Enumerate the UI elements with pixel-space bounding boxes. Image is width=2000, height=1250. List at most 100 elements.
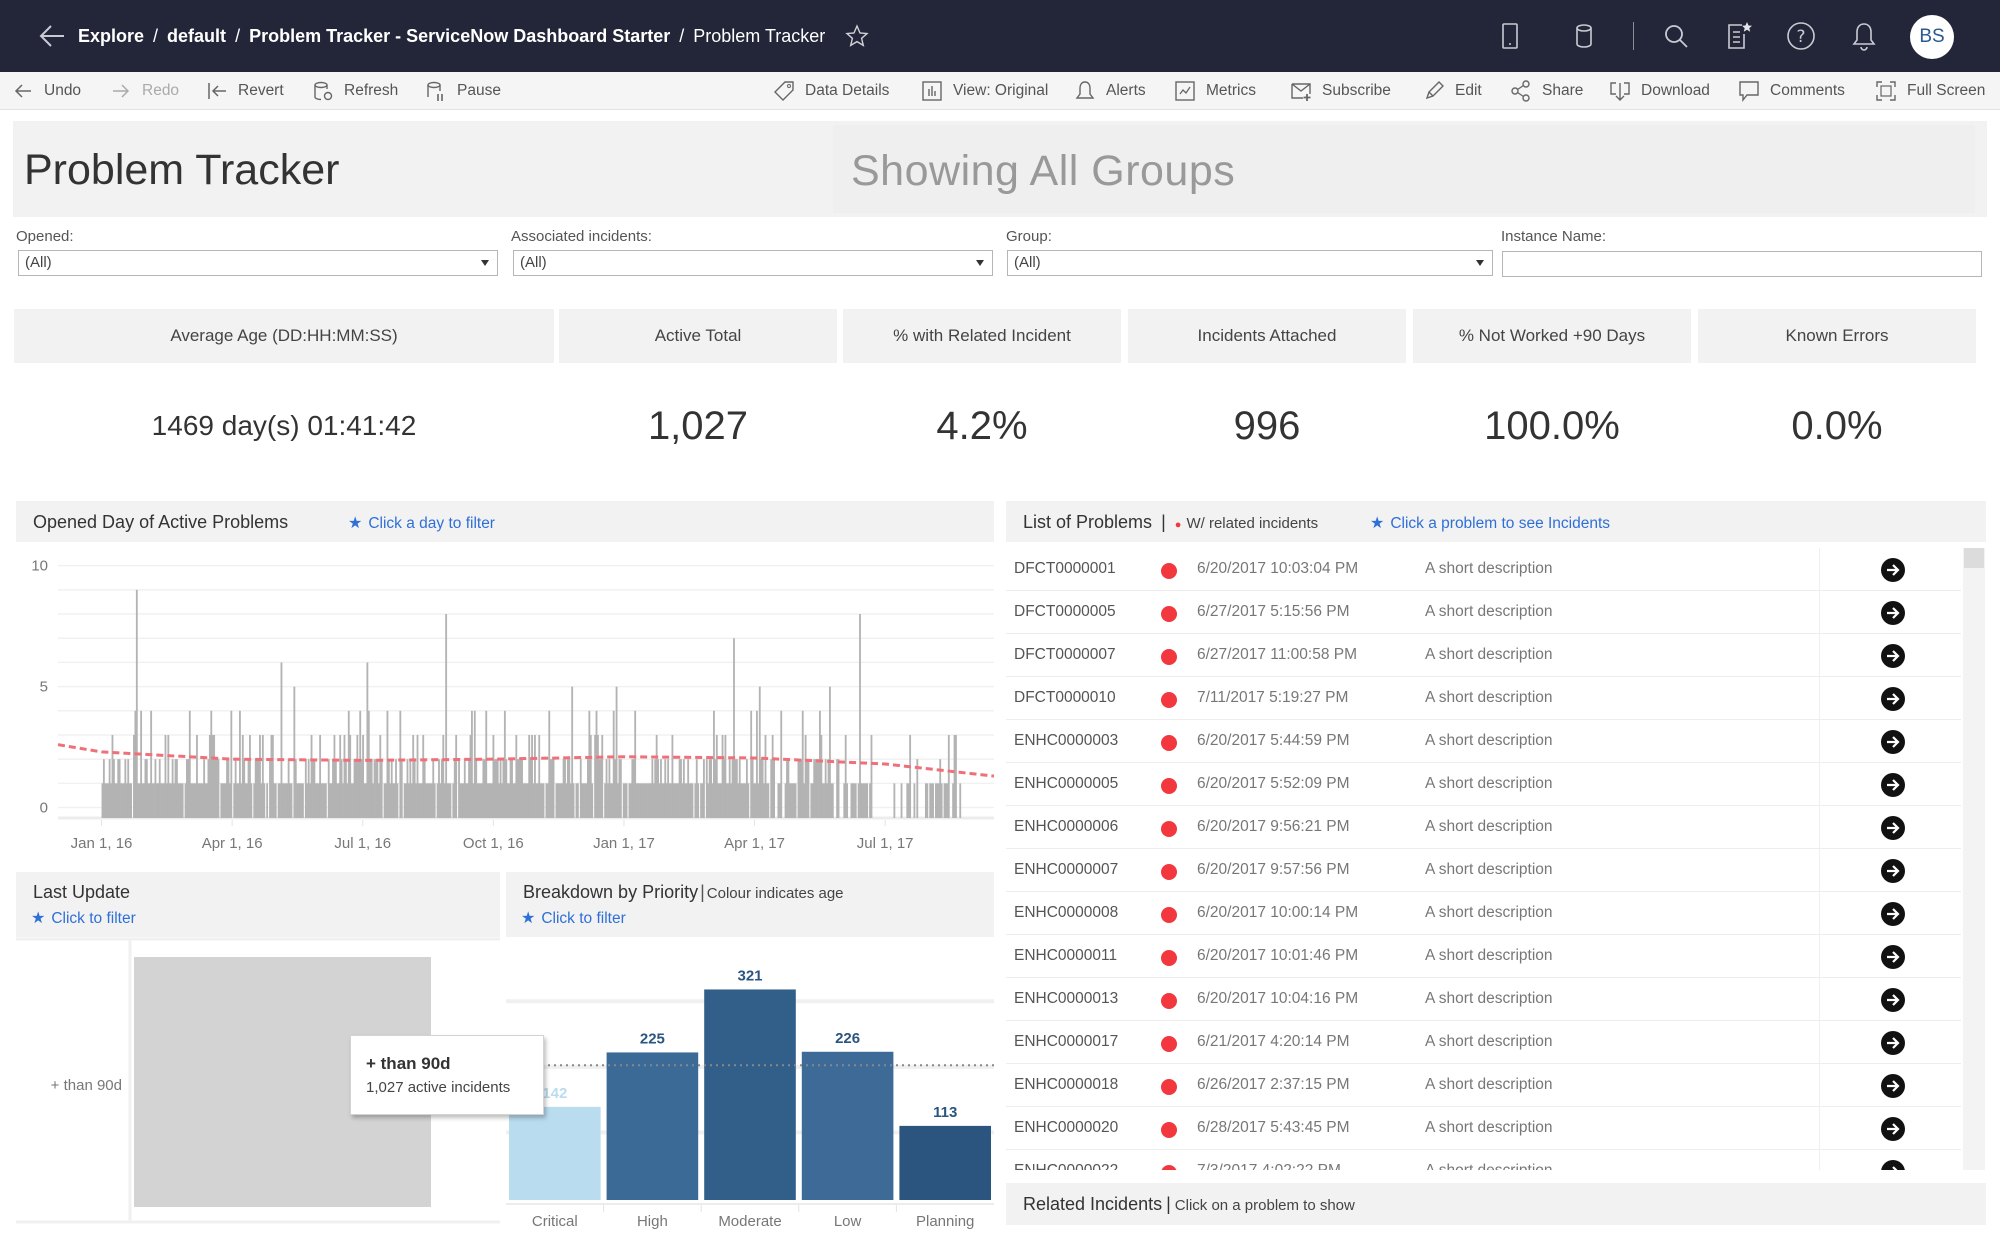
problem-opened-date: 6/20/2017 9:56:21 PM [1197, 818, 1350, 835]
share-button[interactable]: Share [1510, 72, 1583, 110]
help-icon[interactable]: ? [1785, 20, 1817, 52]
arrow-right-circle-icon[interactable] [1880, 557, 1906, 583]
alert-bell-icon [1075, 81, 1095, 99]
problem-description: A short description [1425, 1076, 1553, 1093]
problem-list: DFCT0000001 6/20/2017 10:03:04 PM A short … [1006, 548, 1961, 1170]
arrow-right-circle-icon[interactable] [1880, 944, 1906, 970]
instance-name-input[interactable] [1502, 251, 1982, 277]
problem-row[interactable]: ENHC0000008 6/20/2017 10:00:14 PM A short … [1006, 892, 1961, 935]
arrow-right-circle-icon[interactable] [1880, 1116, 1906, 1142]
problem-row[interactable]: ENHC0000020 6/28/2017 5:43:45 PM A short d… [1006, 1107, 1961, 1150]
arrow-right-circle-icon[interactable] [1880, 901, 1906, 927]
problem-row[interactable]: DFCT0000001 6/20/2017 10:03:04 PM A short … [1006, 548, 1961, 591]
related-incident-dot-icon [1161, 692, 1177, 708]
share-icon [1511, 80, 1530, 102]
full-screen-label: Full Screen [1907, 82, 1986, 99]
y-tick-label: 0 [40, 800, 48, 817]
day-bar [691, 783, 694, 818]
opened-day-hint[interactable]: ★ Click a day to filter [348, 513, 495, 533]
metrics-button[interactable]: Metrics [1174, 72, 1256, 110]
related-incidents-panel-header: Related Incidents | Click on a problem to … [1006, 1183, 1986, 1225]
problem-description: A short description [1425, 1119, 1553, 1136]
category-label: Critical [532, 1213, 578, 1230]
search-icon[interactable] [1660, 20, 1692, 52]
comments-button[interactable]: Comments [1738, 72, 1845, 110]
arrow-right-circle-icon[interactable] [1880, 1159, 1906, 1170]
problem-row[interactable]: ENHC0000007 6/20/2017 9:57:56 PM A short d… [1006, 849, 1961, 892]
problem-id: DFCT0000007 [1014, 646, 1116, 663]
alerts-button[interactable]: Alerts [1074, 72, 1146, 110]
data-details-button[interactable]: Data Details [773, 72, 889, 110]
column-divider [1819, 634, 1820, 677]
breadcrumb-workbook[interactable]: Problem Tracker - ServiceNow Dashboard S… [249, 26, 670, 47]
problem-row[interactable]: ENHC0000011 6/20/2017 10:01:46 PM A short … [1006, 935, 1961, 978]
problem-description: A short description [1425, 1033, 1553, 1050]
page-title: Problem Tracker [24, 146, 340, 194]
problem-opened-date: 6/20/2017 10:01:46 PM [1197, 947, 1359, 964]
back-arrow-icon[interactable] [38, 20, 66, 52]
problem-id: ENHC0000020 [1014, 1119, 1119, 1136]
column-divider [1819, 677, 1820, 720]
star-icon[interactable] [845, 24, 870, 48]
arrow-right-circle-icon[interactable] [1880, 815, 1906, 841]
arrow-right-circle-icon[interactable] [1880, 600, 1906, 626]
scrollbar-thumb[interactable] [1964, 548, 1984, 568]
problem-id: ENHC0000018 [1014, 1076, 1119, 1093]
revert-button[interactable]: Revert [206, 72, 284, 110]
chart-tooltip: + than 90d 1,027 active incidents [350, 1035, 544, 1115]
problem-opened-date: 6/27/2017 11:00:58 PM [1197, 646, 1358, 663]
priority-chart[interactable]: 142 Critical 225 High 321 Moderate 226 Low 113 Pl… [506, 937, 994, 1247]
redo-button[interactable]: Redo [110, 72, 179, 110]
group-filter-select[interactable]: (All) [1007, 250, 1493, 276]
pause-button[interactable]: Pause [425, 72, 501, 110]
opened-day-chart[interactable]: 0 5 10 Jan 1, 16 Apr 1, 16 Jul 1, 16 Oct 1, 16… [16, 542, 994, 858]
priority-hint[interactable]: ★ Click to filter [521, 908, 626, 928]
arrow-right-circle-icon[interactable] [1880, 987, 1906, 1013]
related-incident-dot-icon [1161, 1122, 1177, 1138]
arrow-right-circle-icon[interactable] [1880, 1073, 1906, 1099]
problem-row[interactable]: DFCT0000010 7/11/2017 5:19:27 PM A short d… [1006, 677, 1961, 720]
bell-icon[interactable] [1848, 20, 1880, 52]
download-button[interactable]: Download [1609, 72, 1710, 110]
problem-row[interactable]: ENHC0000017 6/21/2017 4:20:14 PM A short d… [1006, 1021, 1961, 1064]
priority-bar [801, 1051, 894, 1200]
column-divider [1819, 720, 1820, 763]
tablet-icon[interactable] [1494, 20, 1526, 52]
day-bar [913, 783, 916, 818]
problem-row[interactable]: DFCT0000007 6/27/2017 11:00:58 PM A short … [1006, 634, 1961, 677]
edit-button[interactable]: Edit [1423, 72, 1482, 110]
arrow-right-circle-icon[interactable] [1880, 1030, 1906, 1056]
view-original-button[interactable]: View: Original [921, 72, 1048, 110]
arrow-right-circle-icon[interactable] [1880, 729, 1906, 755]
problem-list-hint[interactable]: ★ Click a problem to see Incidents [1370, 513, 1610, 533]
problem-row[interactable]: DFCT0000005 6/27/2017 5:15:56 PM A short d… [1006, 591, 1961, 634]
problem-row[interactable]: ENHC0000022 7/3/2017 4:02:22 PM A short de… [1006, 1150, 1961, 1170]
column-divider [1819, 591, 1820, 634]
arrow-right-circle-icon[interactable] [1880, 772, 1906, 798]
kpi-incidents-attached-label: Incidents Attached [1128, 309, 1406, 363]
arrow-right-circle-icon[interactable] [1880, 643, 1906, 669]
problem-row[interactable]: ENHC0000003 6/20/2017 5:44:59 PM A short d… [1006, 720, 1961, 763]
last-update-hint[interactable]: ★ Click to filter [31, 908, 136, 928]
full-screen-button[interactable]: Full Screen [1875, 72, 1985, 110]
user-avatar[interactable]: BS [1910, 15, 1954, 59]
database-icon[interactable] [1568, 20, 1600, 52]
undo-button[interactable]: Undo [12, 72, 81, 110]
arrow-right-circle-icon[interactable] [1880, 686, 1906, 712]
recommendations-icon[interactable] [1722, 20, 1754, 52]
problem-row[interactable]: ENHC0000018 6/26/2017 2:37:15 PM A short d… [1006, 1064, 1961, 1107]
problem-row[interactable]: ENHC0000006 6/20/2017 9:56:21 PM A short d… [1006, 806, 1961, 849]
problem-id: ENHC0000013 [1014, 990, 1119, 1007]
breadcrumb-explore[interactable]: Explore [78, 26, 144, 47]
problem-row[interactable]: ENHC0000005 6/20/2017 5:52:09 PM A short d… [1006, 763, 1961, 806]
star-icon: ★ [31, 910, 46, 927]
problem-list-scrollbar[interactable] [1963, 548, 1985, 1170]
refresh-button[interactable]: Refresh [312, 72, 398, 110]
problem-row[interactable]: ENHC0000013 6/20/2017 10:04:16 PM A short … [1006, 978, 1961, 1021]
subscribe-button[interactable]: Subscribe [1290, 72, 1391, 110]
group-filter-value: (All) [1014, 254, 1041, 271]
breadcrumb-default[interactable]: default [167, 26, 226, 47]
associated-incidents-filter-select[interactable]: (All) [513, 250, 993, 276]
opened-filter-select[interactable]: (All) [18, 250, 498, 276]
arrow-right-circle-icon[interactable] [1880, 858, 1906, 884]
